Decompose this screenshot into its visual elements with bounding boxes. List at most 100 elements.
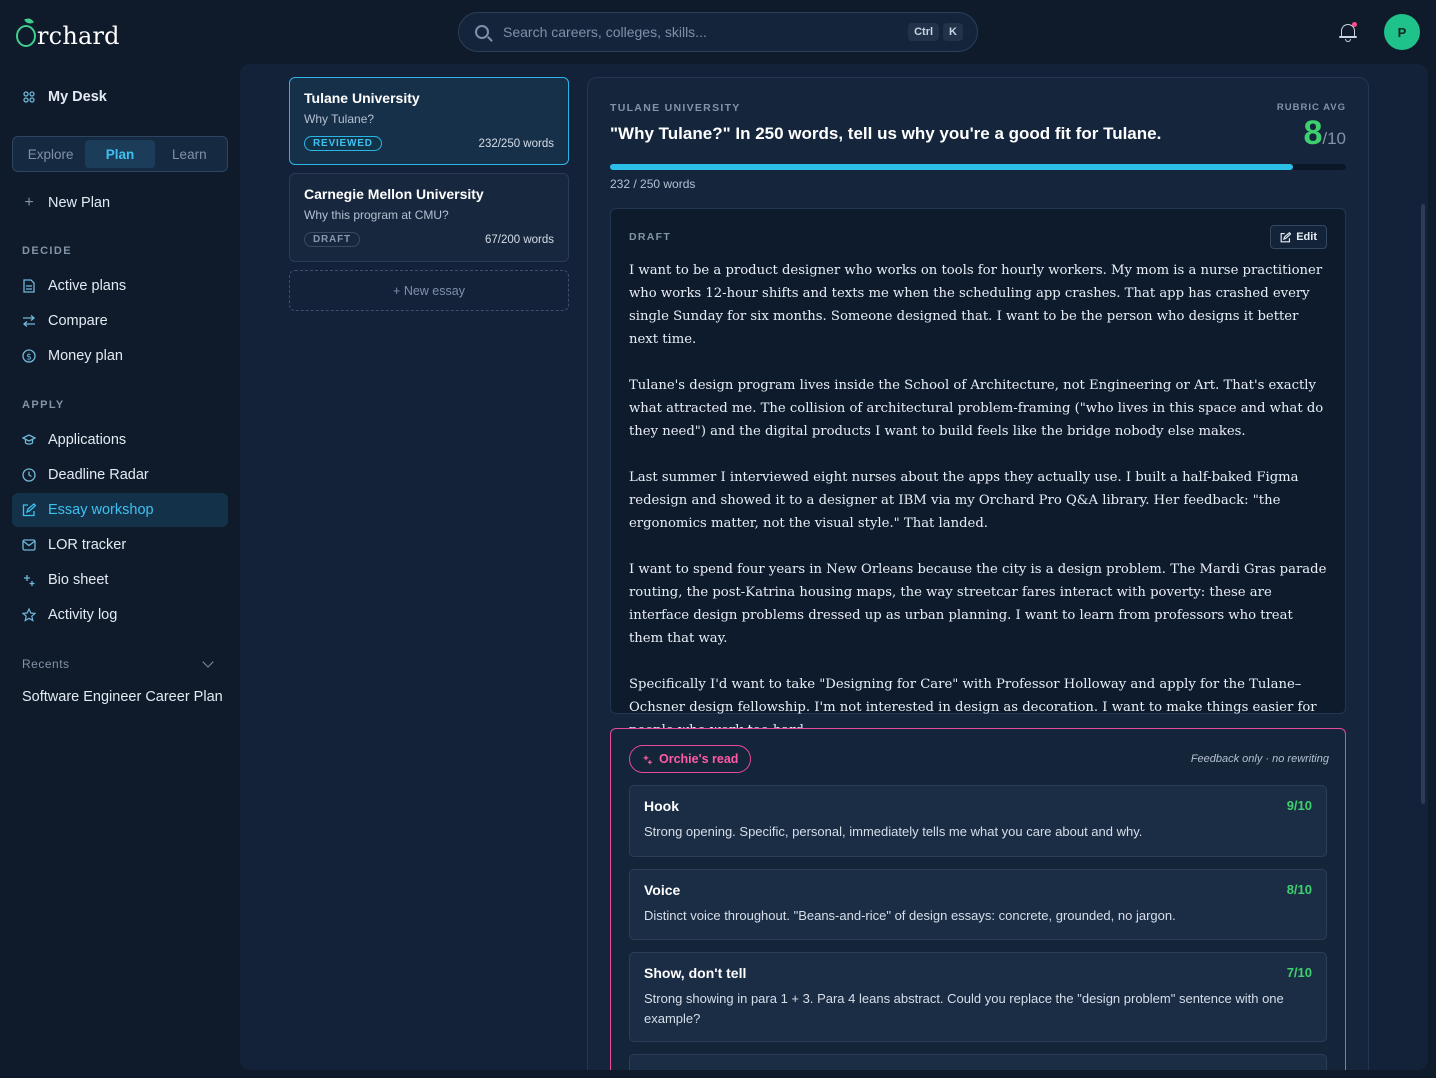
chevron-down-icon[interactable] xyxy=(202,656,214,668)
new-plan-button[interactable]: + New Plan xyxy=(12,186,228,220)
word-progress-bar xyxy=(610,164,1346,170)
draft-paragraph: I want to be a product designer who work… xyxy=(629,263,1323,347)
detail-school: TULANE UNIVERSITY xyxy=(610,102,741,114)
tab-plan[interactable]: Plan xyxy=(85,140,155,168)
rubric-avg-label: RUBRIC AVG xyxy=(1276,102,1346,113)
main-panel: Tulane University Why Tulane? REVIEWED 2… xyxy=(240,64,1428,1070)
logo-text: rchard xyxy=(37,22,120,50)
tab-explore[interactable]: Explore xyxy=(16,140,85,168)
rubric-score-value: 8 xyxy=(1303,114,1323,152)
sidebar: My Desk Explore Plan Learn + New Plan DE… xyxy=(0,64,240,1078)
recent-item[interactable]: Software Engineer Career Plan xyxy=(12,680,228,714)
draft-paragraph: Last summer I interviewed eight nurses a… xyxy=(629,470,1299,531)
tab-learn[interactable]: Learn xyxy=(155,140,224,168)
sidebar-item-label: My Desk xyxy=(48,89,107,105)
sidebar-item-my-desk[interactable]: My Desk xyxy=(12,80,228,114)
criterion-name: Hook xyxy=(644,798,679,814)
scrollbar[interactable] xyxy=(1421,204,1425,804)
sidebar-item-label: Money plan xyxy=(48,348,123,364)
arrows-swap-icon xyxy=(22,314,36,328)
dollar-circle-icon: $ xyxy=(22,349,36,363)
plus-icon: + xyxy=(24,194,34,211)
shortcut-key-k: K xyxy=(943,23,963,41)
global-search[interactable]: Ctrl K xyxy=(458,12,978,52)
sidebar-item-label: Compare xyxy=(48,313,108,329)
detail-prompt: "Why Tulane?" In 250 words, tell us why … xyxy=(610,124,1162,143)
sidebar-item-label: Activity log xyxy=(48,607,118,623)
essay-prompt: Why this program at CMU? xyxy=(304,208,449,222)
sidebar-item-label: Active plans xyxy=(48,278,127,294)
essay-card-cmu[interactable]: Carnegie Mellon University Why this prog… xyxy=(289,173,569,262)
criterion-name: Voice xyxy=(644,882,681,898)
notifications-bell-icon[interactable] xyxy=(1338,22,1358,42)
sidebar-item-bio-sheet[interactable]: Bio sheet xyxy=(12,563,228,597)
essay-school: Carnegie Mellon University xyxy=(304,186,484,202)
essay-detail: TULANE UNIVERSITY "Why Tulane?" In 250 w… xyxy=(587,77,1369,1070)
sidebar-item-label: Applications xyxy=(48,432,127,448)
draft-body[interactable]: I want to be a product designer who work… xyxy=(629,259,1331,765)
criterion-card: Show, don't tell 7/10 Strong showing in p… xyxy=(629,952,1327,1042)
new-essay-button[interactable]: + New essay xyxy=(289,270,569,311)
orchie-note: Feedback only · no rewriting xyxy=(1190,753,1329,765)
criterion-card: Hook 9/10 Strong opening. Specific, perso… xyxy=(629,785,1327,857)
essay-word-count: 67/200 words xyxy=(484,233,554,246)
recent-item-label: Software Engineer Career Plan xyxy=(22,689,223,705)
pencil-square-icon xyxy=(22,503,36,517)
sidebar-item-label: New Plan xyxy=(48,195,111,211)
sidebar-item-label: Essay workshop xyxy=(48,502,154,518)
sidebar-item-compare[interactable]: Compare xyxy=(12,304,228,338)
word-progress-fill xyxy=(610,164,1293,170)
mail-icon xyxy=(22,538,36,552)
clock-icon xyxy=(22,468,36,482)
shortcut-key-ctrl: Ctrl xyxy=(908,23,940,41)
sparkles-icon xyxy=(643,755,652,764)
sidebar-item-deadline-radar[interactable]: Deadline Radar xyxy=(12,458,228,492)
criterion-text: Distinct voice throughout. "Beans-and-ri… xyxy=(644,908,1176,923)
sidebar-item-active-plans[interactable]: Active plans xyxy=(12,269,228,303)
essay-prompt: Why Tulane? xyxy=(304,112,375,126)
star-icon xyxy=(22,608,36,622)
orchie-read-badge[interactable]: Orchie's read xyxy=(629,745,752,773)
sidebar-item-applications[interactable]: Applications xyxy=(12,423,228,457)
sidebar-item-label: Deadline Radar xyxy=(48,467,149,483)
criterion-name: Show, don't tell xyxy=(644,965,747,981)
draft-box: DRAFT Edit I want to be a product design… xyxy=(610,208,1346,738)
criterion-score: 8/10 xyxy=(1286,882,1312,897)
orchie-feedback-panel: Orchie's read Feedback only · no rewriti… xyxy=(610,728,1346,1070)
graduation-cap-icon xyxy=(22,433,36,447)
draft-label: DRAFT xyxy=(629,231,672,243)
sidebar-item-label: LOR tracker xyxy=(48,537,127,553)
document-icon xyxy=(22,279,36,293)
sidebar-item-lor-tracker[interactable]: LOR tracker xyxy=(12,528,228,562)
essay-school: Tulane University xyxy=(304,90,420,106)
word-count-label: 232 / 250 words xyxy=(610,177,696,191)
sidebar-item-essay-workshop[interactable]: Essay workshop xyxy=(12,493,228,527)
rubric-score-denominator: /10 xyxy=(1322,129,1346,148)
status-badge: DRAFT xyxy=(304,232,360,247)
essay-word-count: 232/250 words xyxy=(478,137,554,150)
draft-paragraph: Tulane's design program lives inside the… xyxy=(629,378,1324,439)
criterion-card: Voice 8/10 Distinct voice throughout. "Be… xyxy=(629,869,1327,940)
rubric-avg-score: 8 /10 xyxy=(1303,114,1346,153)
criterion-card xyxy=(629,1054,1327,1070)
user-avatar[interactable]: P xyxy=(1384,14,1420,50)
sidebar-item-money-plan[interactable]: $ Money plan xyxy=(12,339,228,373)
criterion-score: 7/10 xyxy=(1286,965,1312,980)
sidebar-item-activity-log[interactable]: Activity log xyxy=(12,598,228,632)
essay-card-tulane[interactable]: Tulane University Why Tulane? REVIEWED 2… xyxy=(289,77,569,165)
grid-icon xyxy=(22,90,36,104)
section-label-decide: DECIDE xyxy=(22,245,72,257)
status-badge: REVIEWED xyxy=(304,136,382,151)
app-logo[interactable]: rchard xyxy=(16,18,120,50)
sparkles-icon xyxy=(22,573,36,587)
sidebar-item-label: Bio sheet xyxy=(48,572,109,588)
criterion-text: Strong showing in para 1 + 3. Para 4 lea… xyxy=(644,991,1284,1026)
edit-button[interactable]: Edit xyxy=(1270,225,1327,249)
edit-icon xyxy=(1280,231,1292,242)
search-input[interactable] xyxy=(503,24,905,40)
draft-paragraph: I want to spend four years in New Orlean… xyxy=(629,562,1327,646)
recents-label: Recents xyxy=(22,657,70,671)
mode-tabs: Explore Plan Learn xyxy=(12,136,228,172)
criterion-text: Strong opening. Specific, personal, imme… xyxy=(644,824,1143,839)
search-icon xyxy=(475,25,489,39)
